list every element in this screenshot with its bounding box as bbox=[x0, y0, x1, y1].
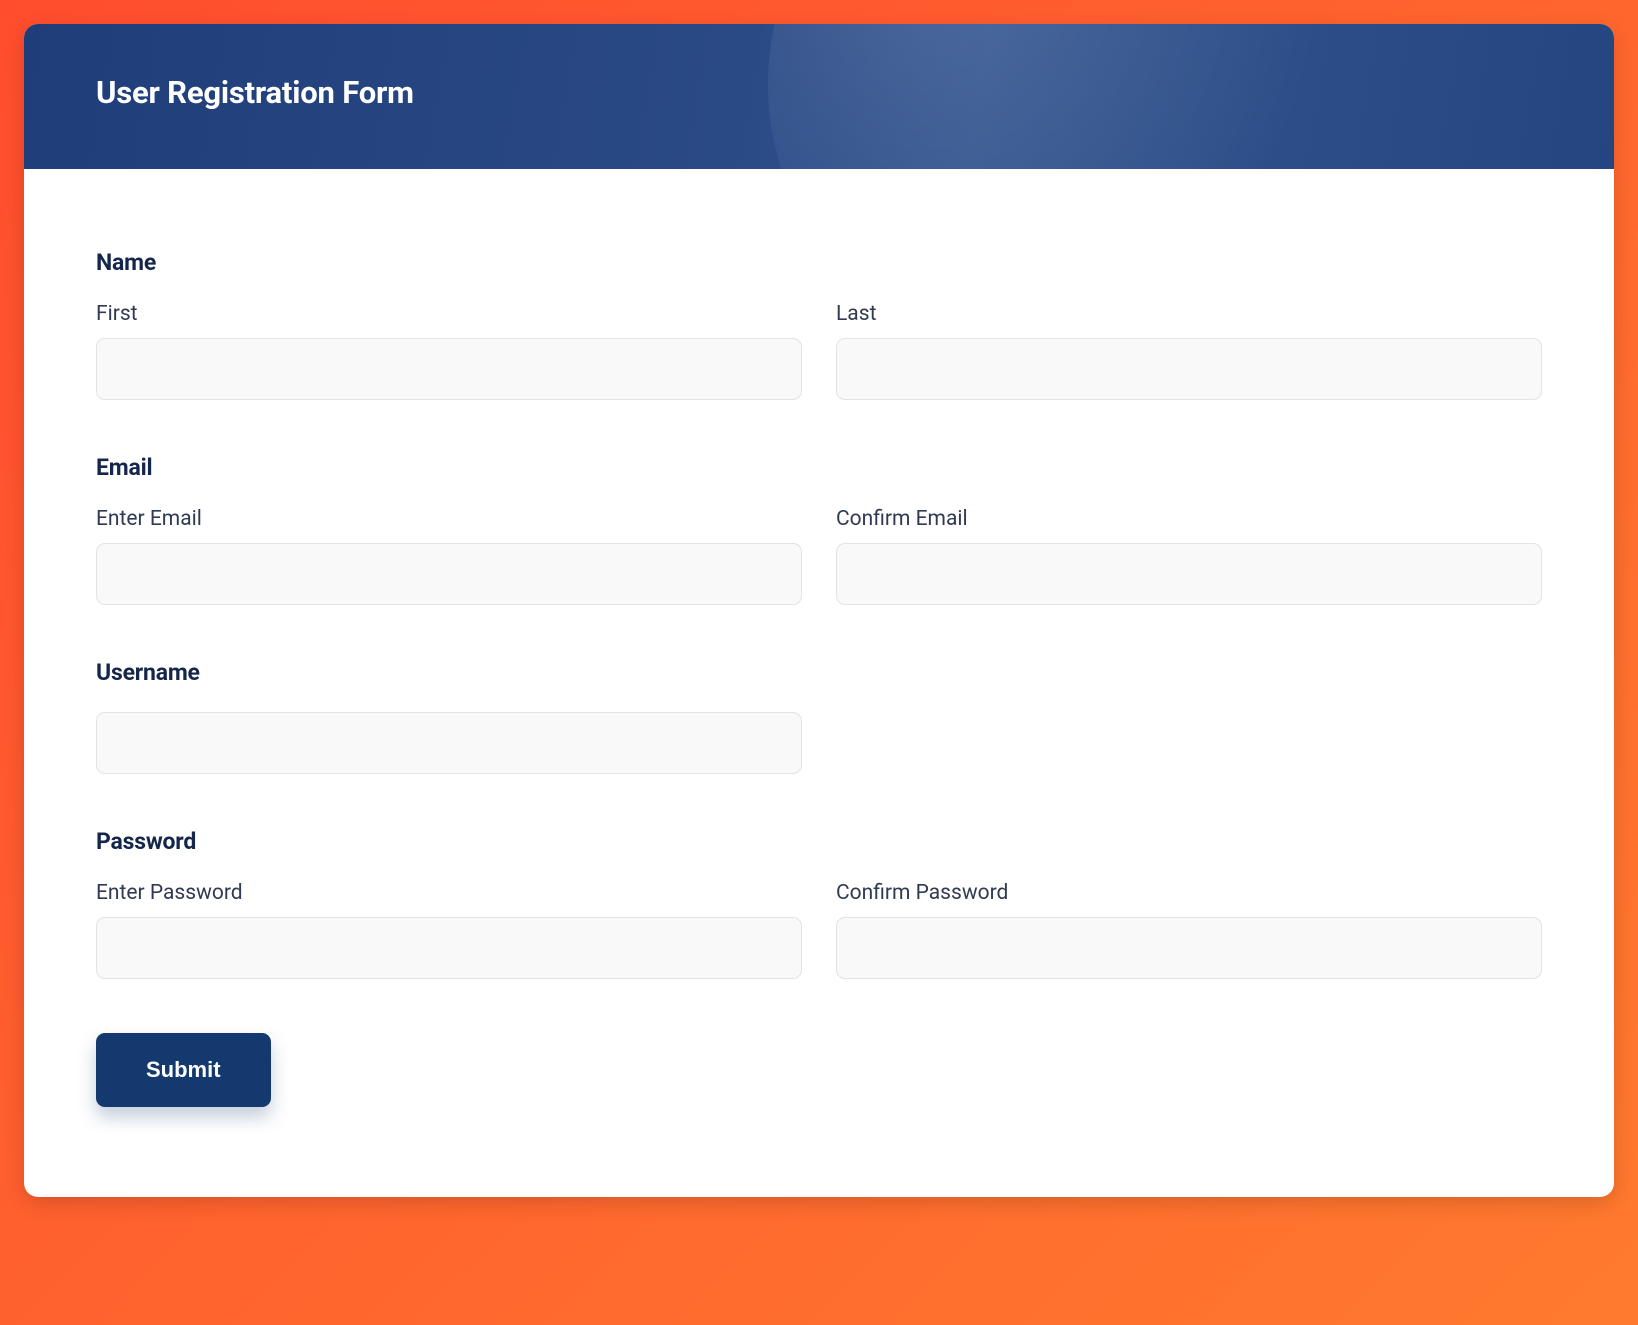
enter-password-input[interactable] bbox=[96, 917, 802, 979]
enter-password-label: Enter Password bbox=[96, 881, 802, 905]
section-username: Username bbox=[96, 659, 1542, 774]
password-row: Enter Password Confirm Password bbox=[96, 881, 1542, 979]
section-email: Email Enter Email Confirm Email bbox=[96, 454, 1542, 605]
confirm-email-input[interactable] bbox=[836, 543, 1542, 605]
submit-row: Submit bbox=[96, 1033, 1542, 1107]
registration-card: User Registration Form Name First Last E… bbox=[24, 24, 1614, 1197]
enter-email-label: Enter Email bbox=[96, 507, 802, 531]
username-field bbox=[96, 712, 802, 774]
first-name-input[interactable] bbox=[96, 338, 802, 400]
confirm-email-label: Confirm Email bbox=[836, 507, 1542, 531]
first-name-label: First bbox=[96, 302, 802, 326]
first-name-field: First bbox=[96, 302, 802, 400]
last-name-input[interactable] bbox=[836, 338, 1542, 400]
last-name-label: Last bbox=[836, 302, 1542, 326]
username-row bbox=[96, 712, 1542, 774]
username-input[interactable] bbox=[96, 712, 802, 774]
form-title: User Registration Form bbox=[96, 74, 1542, 111]
section-title-password: Password bbox=[96, 828, 1542, 855]
section-title-email: Email bbox=[96, 454, 1542, 481]
enter-email-input[interactable] bbox=[96, 543, 802, 605]
form-header: User Registration Form bbox=[24, 24, 1614, 169]
section-password: Password Enter Password Confirm Password bbox=[96, 828, 1542, 979]
name-row: First Last bbox=[96, 302, 1542, 400]
enter-password-field: Enter Password bbox=[96, 881, 802, 979]
submit-button[interactable]: Submit bbox=[96, 1033, 271, 1107]
confirm-password-label: Confirm Password bbox=[836, 881, 1542, 905]
form-body: Name First Last Email Enter Email bbox=[24, 169, 1614, 1197]
confirm-password-field: Confirm Password bbox=[836, 881, 1542, 979]
section-title-name: Name bbox=[96, 249, 1542, 276]
confirm-password-input[interactable] bbox=[836, 917, 1542, 979]
confirm-email-field: Confirm Email bbox=[836, 507, 1542, 605]
enter-email-field: Enter Email bbox=[96, 507, 802, 605]
section-name: Name First Last bbox=[96, 249, 1542, 400]
email-row: Enter Email Confirm Email bbox=[96, 507, 1542, 605]
last-name-field: Last bbox=[836, 302, 1542, 400]
section-title-username: Username bbox=[96, 659, 1542, 686]
